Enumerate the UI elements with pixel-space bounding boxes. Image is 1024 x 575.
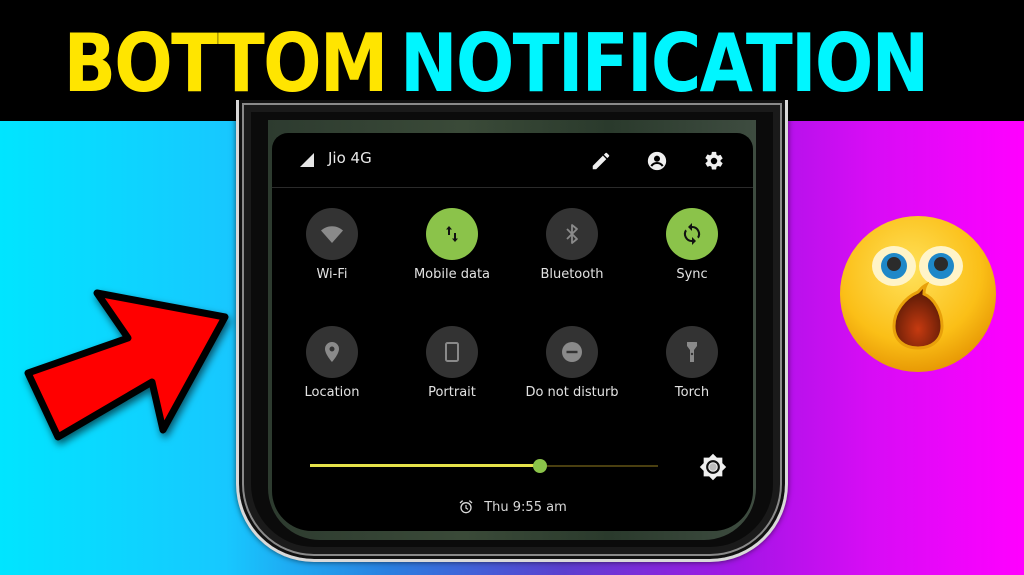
- tile-sync[interactable]: Sync: [632, 208, 752, 298]
- location-icon: [325, 342, 339, 362]
- header-divider: [272, 187, 753, 188]
- tile-label: Mobile data: [413, 267, 491, 282]
- portrait-icon: [445, 342, 459, 362]
- shocked-face-emoji: [840, 216, 996, 372]
- tile-mobile-data-button[interactable]: [426, 208, 478, 260]
- tile-sync-button[interactable]: [666, 208, 718, 260]
- status-row: Jio 4G: [272, 133, 753, 187]
- tile-location[interactable]: Location: [272, 326, 392, 416]
- tile-bluetooth[interactable]: Bluetooth: [512, 208, 632, 298]
- torch-icon: [687, 342, 697, 362]
- pencil-icon[interactable]: [590, 150, 612, 172]
- carrier-name: Jio 4G: [328, 149, 372, 167]
- tile-label: Location: [304, 385, 360, 400]
- gear-icon[interactable]: [703, 150, 725, 172]
- title-word-notification: NOTIFICATION: [400, 16, 929, 110]
- tile-label: Bluetooth: [540, 267, 604, 282]
- tile-portrait[interactable]: Portrait: [392, 326, 512, 416]
- auto-brightness-icon[interactable]: [699, 453, 727, 481]
- red-arrow-icon: [24, 289, 229, 441]
- tile-portrait-button[interactable]: [426, 326, 478, 378]
- dnd-icon: [562, 342, 582, 362]
- wifi-icon: [321, 226, 343, 243]
- bluetooth-icon: [566, 224, 578, 244]
- brightness-fill: [310, 464, 540, 467]
- tile-label: Do not disturb: [525, 385, 619, 400]
- title-word-bottom: BOTTOM: [63, 16, 388, 110]
- sync-icon: [683, 223, 701, 245]
- tile-wifi-button[interactable]: [306, 208, 358, 260]
- brightness-slider[interactable]: [310, 458, 658, 474]
- tile-bluetooth-button[interactable]: [546, 208, 598, 260]
- mobile-data-icon: [446, 226, 458, 242]
- tile-label: Wi-Fi: [316, 267, 348, 282]
- tile-label: Sync: [676, 267, 708, 282]
- account-icon[interactable]: [646, 150, 668, 172]
- tile-label: Portrait: [428, 385, 476, 400]
- alarm-icon: [459, 500, 473, 514]
- next-alarm[interactable]: Thu 9:55 am: [272, 499, 753, 515]
- tile-label: Torch: [674, 385, 710, 400]
- tile-do-not-disturb[interactable]: Do not disturb: [512, 326, 632, 416]
- signal-icon: [300, 153, 314, 167]
- tile-wifi[interactable]: Wi-Fi: [272, 208, 392, 298]
- tile-dnd-button[interactable]: [546, 326, 598, 378]
- alarm-text: Thu 9:55 am: [484, 499, 567, 515]
- tile-location-button[interactable]: [306, 326, 358, 378]
- tile-mobile-data[interactable]: Mobile data: [392, 208, 512, 298]
- quick-settings-panel: Jio 4G Wi-Fi Mobile data Bluetooth Sync …: [272, 133, 753, 531]
- tile-torch-button[interactable]: [666, 326, 718, 378]
- tile-torch[interactable]: Torch: [632, 326, 752, 416]
- brightness-knob[interactable]: [532, 459, 547, 473]
